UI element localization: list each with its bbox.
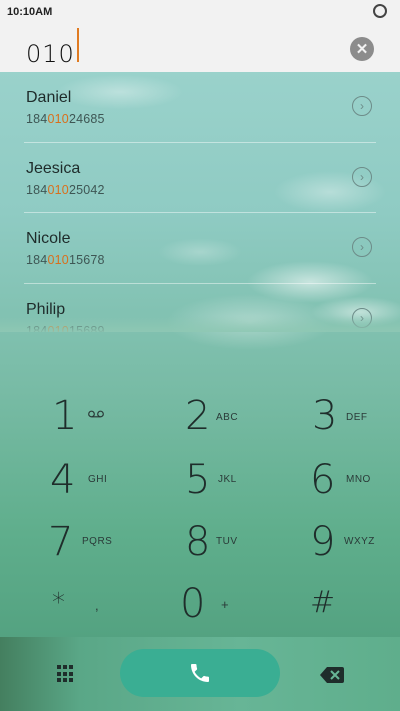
clear-icon[interactable]: ✕: [350, 37, 374, 61]
key-digit: 4: [50, 457, 76, 503]
number-prefix: 184: [26, 182, 48, 197]
key-3[interactable]: 3 DEF: [266, 386, 399, 448]
bottom-action-bar: [0, 637, 400, 711]
dialpad-grid-icon[interactable]: [57, 665, 75, 683]
status-time: 10:10AM: [7, 6, 53, 18]
key-8[interactable]: 8 TUV: [133, 510, 266, 572]
dial-number-input[interactable]: 010: [26, 28, 79, 68]
contact-number: 18401015678: [26, 253, 105, 267]
loading-ring-icon: [373, 4, 387, 18]
number-prefix: 184: [26, 112, 48, 126]
dial-input-bar: 010 ✕: [0, 24, 400, 72]
key-hash[interactable]: #: [266, 572, 399, 634]
key-letters: ABC: [216, 412, 239, 423]
number-match-highlight: 010: [47, 253, 69, 267]
key-letters: GHI: [88, 474, 108, 485]
number-suffix: 24685: [68, 112, 105, 126]
status-bar: 10:10AM: [0, 0, 400, 24]
backspace-icon[interactable]: [320, 667, 344, 683]
number-match-highlight: 010: [47, 182, 69, 197]
key-digit: 3: [312, 393, 338, 439]
number-prefix: 184: [26, 253, 48, 267]
key-digit: 2: [185, 393, 211, 439]
key-star[interactable]: * ,: [0, 572, 133, 634]
chevron-right-icon[interactable]: ›: [352, 96, 372, 116]
key-2[interactable]: 2 ABC: [133, 386, 266, 448]
contact-name: Daniel: [26, 89, 72, 106]
key-digit: 1: [52, 393, 78, 439]
key-9[interactable]: 9 WXYZ: [266, 510, 399, 572]
key-6[interactable]: 6 MNO: [266, 448, 399, 510]
key-digit: 5: [185, 457, 211, 503]
list-fade: [0, 316, 400, 332]
call-button[interactable]: [120, 649, 280, 697]
key-digit: 9: [310, 519, 336, 565]
contact-item-daniel[interactable]: Daniel 18401024685 ›: [24, 72, 376, 143]
key-letters: +: [221, 597, 230, 612]
key-letters: WXYZ: [344, 536, 375, 547]
key-1[interactable]: 1: [0, 386, 133, 448]
dial-pad: 1 2 ABC 3 DEF 4 GHI 5 JKL 6 MNO 7 PQRS 8…: [0, 386, 400, 636]
contact-item-jeesica[interactable]: Jeesica 18401025042 ›: [24, 143, 376, 213]
number-match-highlight: 010: [47, 112, 69, 126]
key-0[interactable]: 0 +: [133, 572, 266, 634]
key-letters: MNO: [346, 474, 371, 485]
key-letters: PQRS: [82, 536, 113, 547]
key-7[interactable]: 7 PQRS: [0, 510, 133, 572]
contact-number: 18401025042: [26, 183, 105, 197]
key-digit: 0: [180, 581, 206, 627]
key-digit: #: [310, 585, 336, 620]
contact-name: Jeesica: [26, 159, 81, 177]
phone-icon: [191, 664, 209, 682]
chevron-right-icon[interactable]: ›: [352, 166, 372, 187]
number-suffix: 25042: [68, 182, 105, 197]
key-5[interactable]: 5 JKL: [133, 448, 266, 510]
contact-results-list[interactable]: Daniel 18401024685 › Jeesica 18401025042…: [0, 72, 400, 332]
voicemail-icon: [88, 410, 104, 421]
key-letters: JKL: [218, 474, 237, 485]
key-digit: 8: [185, 519, 211, 565]
text-cursor: [76, 28, 79, 62]
dial-number-text: 010: [26, 40, 75, 68]
number-suffix: 15678: [68, 253, 105, 267]
chevron-right-icon[interactable]: ›: [352, 237, 372, 257]
key-digit: 6: [310, 457, 336, 503]
key-digit: *: [52, 588, 65, 618]
contact-name: Nicole: [26, 230, 71, 247]
key-digit: 7: [48, 519, 74, 565]
key-4[interactable]: 4 GHI: [0, 448, 133, 510]
key-letters: TUV: [216, 536, 238, 547]
contact-number: 18401024685: [26, 112, 105, 126]
contact-item-nicole[interactable]: Nicole 18401015678 ›: [24, 213, 376, 284]
key-letters: ,: [95, 598, 100, 613]
key-letters: DEF: [346, 412, 368, 423]
